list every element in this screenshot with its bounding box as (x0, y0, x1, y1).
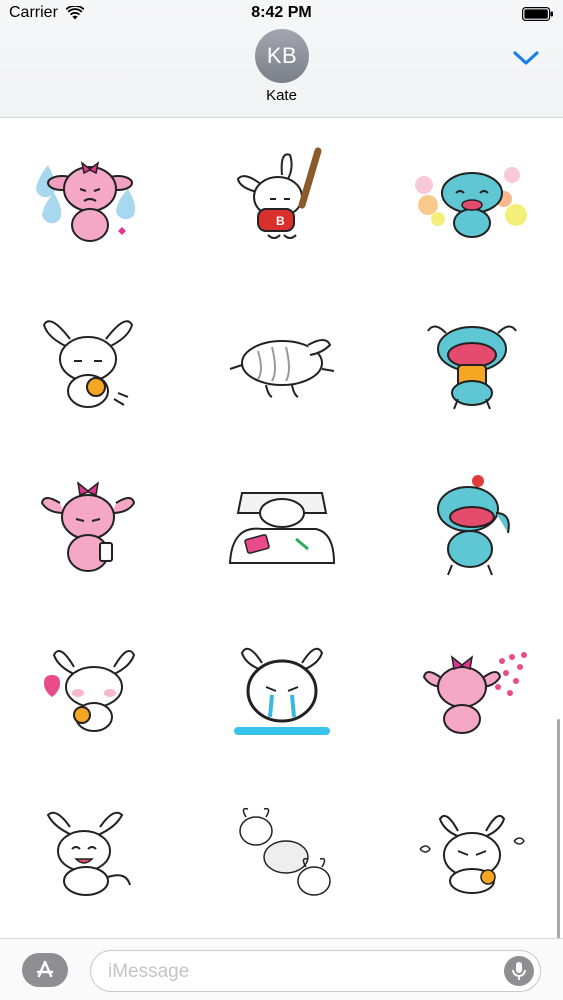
message-placeholder: iMessage (108, 961, 190, 982)
blue-creature-eating-sticker[interactable] (412, 309, 532, 419)
sticker-row (0, 801, 563, 939)
message-input[interactable]: iMessage (90, 950, 541, 992)
microphone-icon (512, 962, 526, 980)
scroll-indicator[interactable] (557, 719, 560, 939)
contact-name[interactable]: Kate (0, 87, 563, 104)
app-store-button[interactable] (22, 953, 68, 987)
white-bunny-in-bed-sticker[interactable] (222, 473, 342, 583)
white-bunny-tears-sticker[interactable] (222, 637, 342, 747)
white-bunny-baseball-sticker[interactable]: B (222, 145, 342, 255)
sticker-row (0, 473, 563, 637)
status-bar: Carrier 8:42 PM (0, 0, 563, 28)
dictation-button[interactable] (504, 956, 534, 986)
conversation-header: Carrier 8:42 PM KB Kate (0, 0, 563, 118)
sticker-row (0, 637, 563, 801)
sticker-grid: B (0, 119, 563, 939)
chevron-down-icon[interactable] (511, 46, 541, 70)
white-bunny-laughing-sticker[interactable] (30, 801, 150, 911)
sticker-row (0, 309, 563, 473)
white-bunny-sleeping-sticker[interactable] (222, 309, 342, 419)
app-store-icon (36, 960, 54, 978)
sticker-row: B (0, 145, 563, 309)
pink-girl-crying-sticker[interactable] (30, 145, 150, 255)
white-bunny-angry-sticker[interactable] (412, 801, 532, 911)
contact-avatar[interactable]: KB (255, 29, 309, 83)
white-bunny-heart-sticker[interactable] (30, 637, 150, 747)
pink-girl-hearts-sticker[interactable] (412, 637, 532, 747)
avatar-initials: KB (266, 43, 298, 68)
white-bunny-honey-sticker[interactable] (30, 309, 150, 419)
svg-text:B: B (276, 214, 285, 228)
message-input-bar: iMessage (0, 938, 563, 1000)
white-bunny-tumbling-sticker[interactable] (222, 801, 342, 911)
pink-girl-drink-sticker[interactable] (30, 473, 150, 583)
battery-icon (522, 7, 553, 21)
clock-time: 8:42 PM (251, 4, 312, 21)
blue-creature-cherry-sticker[interactable] (412, 473, 532, 583)
blue-creature-bubbles-sticker[interactable] (412, 145, 532, 255)
